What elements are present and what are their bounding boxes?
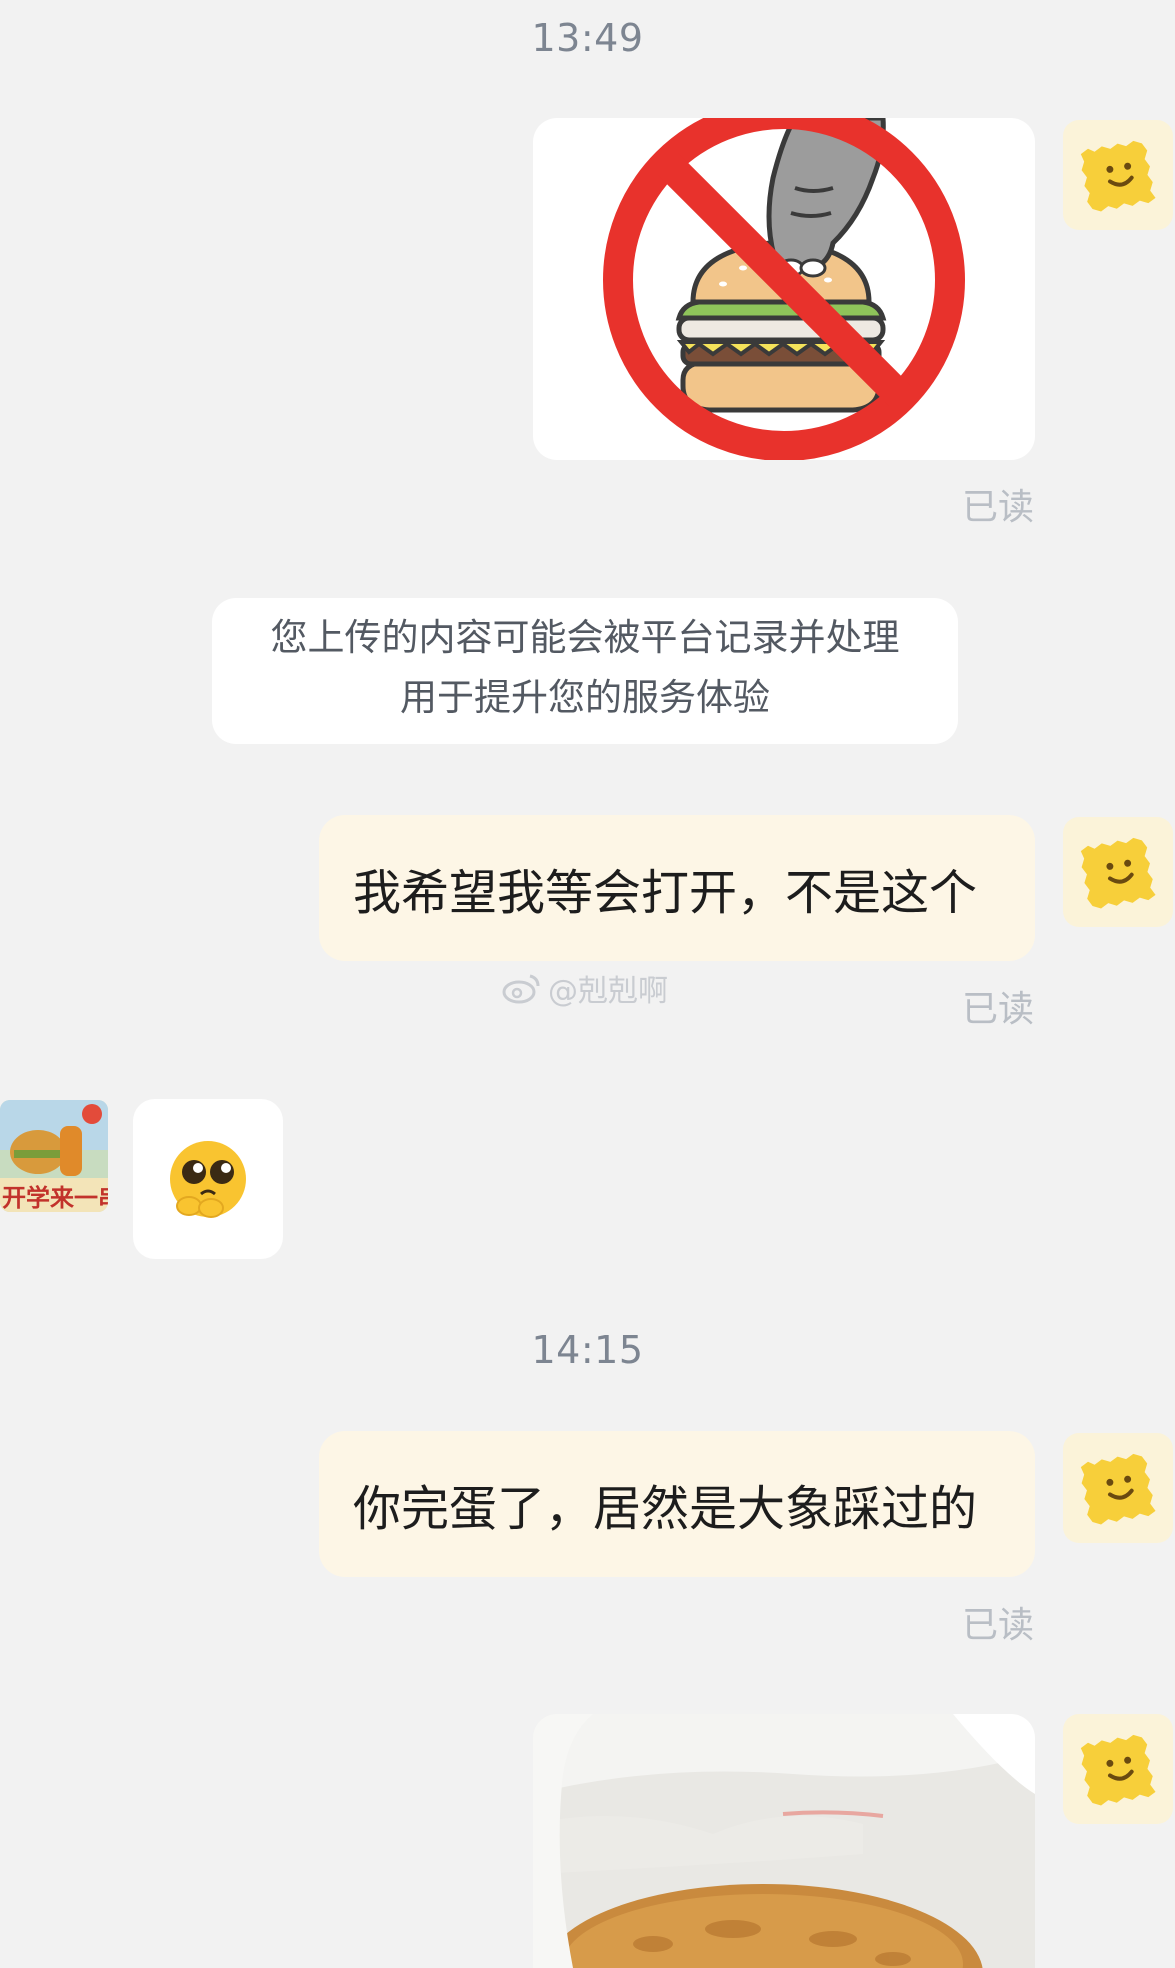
message-text: 我希望我等会打开，不是这个 — [353, 865, 978, 921]
weibo-icon — [502, 974, 540, 1004]
yellow-smiley-cracker-icon — [1080, 1453, 1156, 1525]
yellow-smiley-cracker-icon — [1080, 140, 1156, 212]
system-notice: 您上传的内容可能会被平台记录并处理 用于提升您的服务体验 — [212, 598, 958, 744]
yellow-smiley-cracker-icon — [1080, 837, 1156, 909]
timestamp: 14:15 — [531, 1328, 644, 1372]
photo-message[interactable] — [533, 1714, 1035, 1968]
food-photo — [533, 1714, 1035, 1968]
text-message-bubble[interactable]: 你完蛋了，居然是大象踩过的 — [319, 1431, 1035, 1577]
watermark: @剋剋啊 — [502, 966, 668, 1010]
watermark-text: @剋剋啊 — [548, 974, 668, 1009]
message-text: 你完蛋了，居然是大象踩过的 — [353, 1481, 978, 1537]
notice-line-1: 您上传的内容可能会被平台记录并处理 — [270, 616, 900, 659]
read-status: 已读 — [961, 487, 1034, 528]
yellow-smiley-cracker-icon — [1080, 1734, 1156, 1806]
contact-avatar[interactable]: 开学来一串 — [0, 1100, 108, 1212]
text-message-bubble[interactable]: 我希望我等会打开，不是这个 — [319, 815, 1035, 961]
read-status: 已读 — [961, 1605, 1034, 1646]
my-avatar[interactable] — [1063, 1433, 1173, 1543]
emoji-message[interactable] — [133, 1099, 283, 1259]
pleading-face-emoji — [170, 1141, 246, 1218]
my-avatar[interactable] — [1063, 120, 1173, 230]
my-avatar[interactable] — [1063, 1714, 1173, 1824]
sticker-message[interactable] — [533, 118, 1035, 460]
avatar-caption: 开学来一串 — [2, 1184, 108, 1212]
my-avatar[interactable] — [1063, 817, 1173, 927]
prohibition-elephant-burger-sticker — [603, 118, 965, 460]
timestamp: 13:49 — [531, 16, 644, 60]
read-status: 已读 — [961, 989, 1034, 1030]
notice-line-2: 用于提升您的服务体验 — [400, 676, 770, 719]
